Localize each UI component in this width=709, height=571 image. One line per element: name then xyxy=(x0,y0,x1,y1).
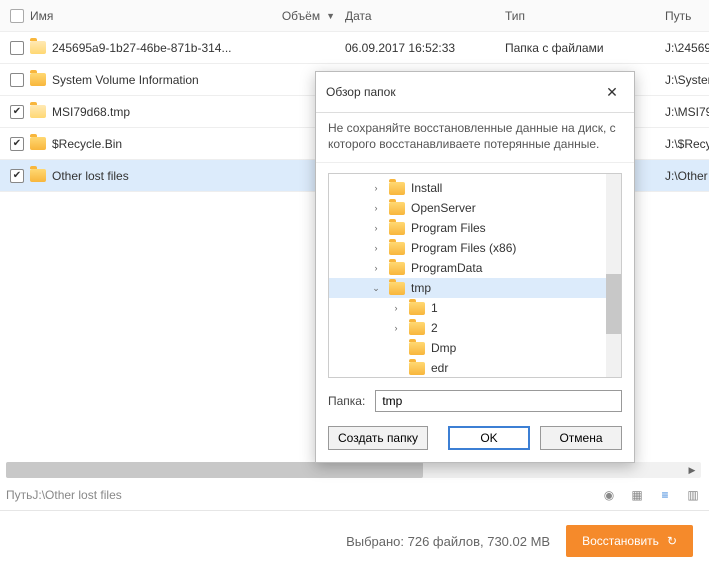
expand-icon[interactable]: › xyxy=(369,183,383,193)
tree-item[interactable]: edr xyxy=(329,358,621,378)
row-checkbox[interactable] xyxy=(10,41,24,55)
expand-icon[interactable]: › xyxy=(369,243,383,253)
folder-icon xyxy=(389,242,405,255)
expand-icon[interactable]: › xyxy=(369,203,383,213)
folder-icon xyxy=(30,73,46,86)
row-name: 245695a9-1b27-46be-871b-314... xyxy=(52,41,231,55)
folder-icon xyxy=(409,302,425,315)
tree-scroll-thumb[interactable] xyxy=(606,274,621,334)
view-detail-icon[interactable]: ▥ xyxy=(685,487,701,503)
row-checkbox[interactable] xyxy=(10,169,24,183)
tree-item-label: OpenServer xyxy=(411,201,476,215)
expand-icon[interactable]: › xyxy=(389,303,403,313)
folder-icon xyxy=(409,322,425,335)
row-name: $Recycle.Bin xyxy=(52,137,122,151)
tree-item[interactable]: › Install xyxy=(329,178,621,198)
tree-item[interactable]: › Program Files xyxy=(329,218,621,238)
tree-item-label: Program Files xyxy=(411,221,486,235)
close-icon[interactable]: ✕ xyxy=(600,80,624,104)
restore-button[interactable]: Восстановить ↻ xyxy=(566,525,693,557)
restore-icon: ↻ xyxy=(667,534,677,548)
col-volume[interactable]: Объём▼ xyxy=(240,9,345,23)
folder-icon xyxy=(30,41,46,54)
tree-item-label: edr xyxy=(431,361,448,375)
header-checkbox[interactable] xyxy=(10,9,24,23)
row-type: Папка с файлами xyxy=(505,41,665,55)
row-checkbox[interactable] xyxy=(10,137,24,151)
bottom-bar: Выбрано: 726 файлов, 730.02 MB Восстанов… xyxy=(0,521,709,561)
view-switcher: ◉ ▦ ≡ ▥ xyxy=(601,487,701,503)
folder-field-row: Папка: xyxy=(328,390,622,412)
tree-item-label: 2 xyxy=(431,321,438,335)
tree-item-label: tmp xyxy=(411,281,431,295)
tree-item-label: ProgramData xyxy=(411,261,482,275)
table-row[interactable]: 245695a9-1b27-46be-871b-314... 06.09.2017… xyxy=(0,32,709,64)
table-header: Имя Объём▼ Дата Тип Путь xyxy=(0,0,709,32)
folder-icon xyxy=(409,342,425,355)
horizontal-scrollbar[interactable]: ▶ xyxy=(6,462,701,478)
folder-field-input[interactable] xyxy=(375,390,622,412)
tree-item[interactable]: ›2 xyxy=(329,318,621,338)
tree-item[interactable]: Dmp xyxy=(329,338,621,358)
row-date: 06.09.2017 16:52:33 xyxy=(345,41,505,55)
tree-item-label: Install xyxy=(411,181,442,195)
expand-icon[interactable]: › xyxy=(369,223,383,233)
col-date[interactable]: Дата xyxy=(345,9,505,23)
tree-item[interactable]: › ProgramData xyxy=(329,258,621,278)
row-path: J:\$Recy xyxy=(665,137,709,151)
ok-button[interactable]: OK xyxy=(448,426,530,450)
view-grid-icon[interactable]: ▦ xyxy=(629,487,645,503)
tree-item-label: Dmp xyxy=(431,341,456,355)
row-name: System Volume Information xyxy=(52,73,199,87)
path-label: Путь xyxy=(6,488,32,502)
expand-icon[interactable]: › xyxy=(389,323,403,333)
sort-desc-icon: ▼ xyxy=(326,11,335,21)
tree-item[interactable]: › Program Files (x86) xyxy=(329,238,621,258)
make-folder-button[interactable]: Создать папку xyxy=(328,426,428,450)
tree-item[interactable]: › OpenServer xyxy=(329,198,621,218)
row-checkbox[interactable] xyxy=(10,73,24,87)
tree-item[interactable]: ›1 xyxy=(329,298,621,318)
folder-icon xyxy=(389,182,405,195)
expand-icon[interactable]: › xyxy=(369,263,383,273)
col-path[interactable]: Путь xyxy=(665,9,709,23)
row-path: J:\System xyxy=(665,73,709,87)
divider xyxy=(0,510,709,511)
row-name: Other lost files xyxy=(52,169,129,183)
view-list-icon[interactable]: ≡ xyxy=(657,487,673,503)
dialog-title: Обзор папок xyxy=(326,85,396,99)
folder-icon xyxy=(30,137,46,150)
tree-item-label: Program Files (x86) xyxy=(411,241,516,255)
row-checkbox[interactable] xyxy=(10,105,24,119)
path-value: J:\Other lost files xyxy=(32,488,121,502)
selection-info: Выбрано: 726 файлов, 730.02 MB xyxy=(346,534,550,549)
folder-icon xyxy=(409,362,425,375)
row-path: J:\Other xyxy=(665,169,709,183)
row-name: MSI79d68.tmp xyxy=(52,105,130,119)
view-preview-icon[interactable]: ◉ xyxy=(601,487,617,503)
folder-icon xyxy=(389,282,405,295)
scrollbar-thumb[interactable] xyxy=(6,462,423,478)
dialog-message: Не сохраняйте восстановленные данные на … xyxy=(316,113,634,163)
col-name[interactable]: Имя xyxy=(30,9,53,23)
row-path: J:\245695 xyxy=(665,41,709,55)
folder-icon xyxy=(389,202,405,215)
tree-item-label: 1 xyxy=(431,301,438,315)
folder-field-label: Папка: xyxy=(328,394,365,408)
folder-icon xyxy=(30,105,46,118)
scroll-right-icon[interactable]: ▶ xyxy=(685,462,699,478)
tree-item[interactable]: ⌄ tmp xyxy=(329,278,621,298)
cancel-button[interactable]: Отмена xyxy=(540,426,622,450)
row-path: J:\MSI79 xyxy=(665,105,709,119)
expand-icon[interactable]: ⌄ xyxy=(369,283,383,294)
path-bar: Путь J:\Other lost files ◉ ▦ ≡ ▥ xyxy=(6,483,701,507)
folder-icon xyxy=(30,169,46,182)
browse-folders-dialog: Обзор папок ✕ Не сохраняйте восстановлен… xyxy=(315,71,635,463)
col-type[interactable]: Тип xyxy=(505,9,665,23)
folder-icon xyxy=(389,262,405,275)
folder-icon xyxy=(389,222,405,235)
restore-label: Восстановить xyxy=(582,534,659,548)
folder-tree[interactable]: › Install › OpenServer › Program Files › Progra… xyxy=(328,173,622,378)
